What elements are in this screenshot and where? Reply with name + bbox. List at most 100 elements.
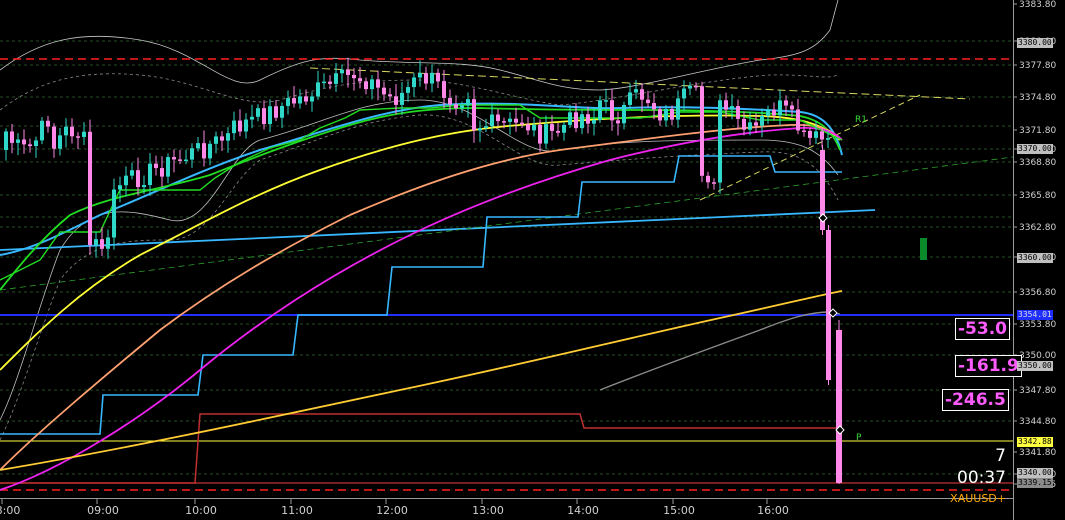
price-tag-3380: 3380.00 xyxy=(1017,38,1053,48)
candle-body xyxy=(232,120,236,134)
candle-body xyxy=(160,168,164,177)
candle-body xyxy=(286,98,290,106)
candle-body xyxy=(688,85,692,89)
candle-body xyxy=(346,69,350,75)
candle-body xyxy=(796,109,800,131)
candle-body xyxy=(556,130,560,133)
candle-body xyxy=(364,81,368,90)
candle-body xyxy=(412,77,416,88)
time-tick-label: 15:00 xyxy=(663,504,695,517)
candle-body xyxy=(676,98,680,120)
candle-body xyxy=(454,104,458,109)
candle-body xyxy=(220,136,224,141)
signal-box xyxy=(920,238,927,260)
candle-body xyxy=(568,112,572,125)
candle-body xyxy=(748,122,752,130)
candle-body xyxy=(340,69,344,74)
candle-body xyxy=(664,109,668,121)
price-tick-label: 3353.80 xyxy=(1019,320,1056,330)
candle-body xyxy=(604,100,608,102)
candle-body xyxy=(448,97,452,105)
candle-body xyxy=(586,114,590,124)
price-tick-label: 3350.00 xyxy=(1019,351,1056,361)
candle-body xyxy=(646,99,650,104)
candle-body xyxy=(280,105,284,118)
candle-body xyxy=(382,87,386,95)
price-tag-3339: 3339.15 xyxy=(1017,478,1053,488)
candle-body xyxy=(34,140,38,147)
candle-body xyxy=(670,109,674,120)
r1-label: R1 xyxy=(855,115,867,125)
price-tick-label: 3383.80 xyxy=(1019,0,1056,10)
candle-body xyxy=(28,144,32,147)
candle-body xyxy=(154,163,158,169)
time-tick-label: 09:00 xyxy=(87,504,119,517)
price-axis: 3383.80 3380.00 3377.80 3374.80 3371.80 3370.… xyxy=(1013,0,1056,490)
price-tick-label: 3341.80 xyxy=(1019,448,1056,458)
candle-body xyxy=(334,73,338,84)
candle-body xyxy=(172,157,176,160)
candle-body xyxy=(226,133,230,141)
price-tick-label: 3347.80 xyxy=(1019,386,1056,396)
candle-body xyxy=(166,157,170,177)
candle-body xyxy=(4,131,8,150)
candle-body xyxy=(802,130,806,132)
time-tick-label: 16:00 xyxy=(757,504,789,517)
candle-body xyxy=(634,89,638,93)
candle-body xyxy=(40,120,44,141)
candle-body xyxy=(502,121,506,123)
candle-body xyxy=(484,126,488,129)
candle-body xyxy=(118,185,122,190)
bar-timer: 00:37 xyxy=(957,468,1006,488)
candle-body xyxy=(616,120,620,124)
candle-body xyxy=(370,79,374,90)
candle-body xyxy=(202,143,206,159)
candle-body xyxy=(652,103,656,110)
candle-body xyxy=(562,124,566,133)
candle-body xyxy=(388,94,392,97)
time-tick-label: 10:00 xyxy=(185,504,217,517)
time-tick-label: 12:00 xyxy=(376,504,408,517)
candle-body xyxy=(736,106,740,119)
candle-body xyxy=(718,100,722,183)
candle-body xyxy=(208,143,212,159)
candle-body xyxy=(550,124,554,131)
candle-body xyxy=(490,114,494,127)
candle-body xyxy=(766,109,770,116)
candle-body xyxy=(508,118,512,122)
candle-body xyxy=(742,118,746,130)
candle-body xyxy=(730,106,734,110)
price-tick-label: 3344.80 xyxy=(1019,417,1056,427)
price-tick-label: 3377.80 xyxy=(1019,61,1056,71)
price-tick-label: 3374.80 xyxy=(1019,93,1056,103)
candle-body xyxy=(826,138,830,140)
candle-body xyxy=(460,105,464,109)
candle-body xyxy=(394,96,398,105)
time-tick-label: 14:00 xyxy=(567,504,599,517)
label-box-1: -53.0 xyxy=(955,318,1010,340)
candle-body xyxy=(640,89,644,100)
time-tick-label: 8:00 xyxy=(0,504,20,517)
candle-body xyxy=(250,116,254,120)
candle-body xyxy=(214,136,218,144)
price-chart[interactable]: 3383.80 3380.00 3377.80 3374.80 3371.80 3370.… xyxy=(0,0,1065,520)
candle-body xyxy=(238,120,242,132)
price-tag-3370: 3370.00 xyxy=(1017,144,1053,154)
candle-body xyxy=(784,100,788,106)
candle-body xyxy=(256,108,260,117)
candle-body xyxy=(46,120,50,127)
candle-body xyxy=(610,100,614,121)
bar-count: 7 xyxy=(995,446,1006,466)
price-tag-3354: 3354.01 xyxy=(1017,310,1053,320)
candle-body xyxy=(244,119,248,132)
candle-body xyxy=(442,81,446,98)
candle-body xyxy=(196,143,200,149)
candle-body xyxy=(694,85,698,88)
candle-body xyxy=(622,104,626,124)
price-tag-3342: 3342.88 xyxy=(1017,437,1053,447)
candle-body xyxy=(190,148,194,160)
label-box-3: -246.5 xyxy=(942,389,1009,411)
candle-body xyxy=(358,78,362,82)
candle-body xyxy=(418,73,422,78)
candle-body xyxy=(436,72,440,82)
